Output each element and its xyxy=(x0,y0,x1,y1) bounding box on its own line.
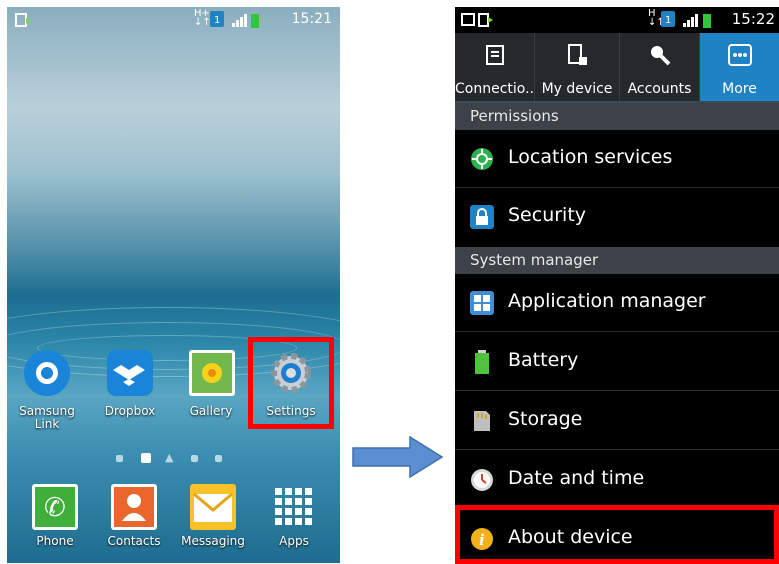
settings-item-label: Application manager xyxy=(508,290,706,312)
more-icon xyxy=(727,44,752,66)
settings-item-battery[interactable]: Battery xyxy=(455,333,779,391)
signal-icon xyxy=(232,14,247,27)
battery-icon xyxy=(251,14,259,28)
dropbox-icon xyxy=(107,350,153,396)
app-label: Samsung Link xyxy=(19,404,75,431)
messaging-icon xyxy=(190,484,236,530)
settings-item-label: Security xyxy=(508,204,587,226)
svg-text:1: 1 xyxy=(665,15,671,26)
home-page-icon: ▲ xyxy=(165,451,174,464)
app-label: Gallery xyxy=(189,404,233,418)
tab-label: Accounts xyxy=(627,81,692,97)
battery-icon xyxy=(703,14,711,28)
phone-icon: ✆ xyxy=(32,484,78,530)
page-indicator xyxy=(215,455,222,462)
signal-icon xyxy=(683,14,698,27)
sim-icon: 1 xyxy=(661,11,675,27)
app-label: Dropbox xyxy=(104,404,156,418)
settings-highlight xyxy=(248,337,334,429)
svg-text:1: 1 xyxy=(214,15,220,26)
app-label: Contacts xyxy=(107,534,161,548)
my-device-icon xyxy=(568,44,587,65)
lock-icon xyxy=(470,205,494,229)
app-manager-icon xyxy=(470,291,494,315)
contacts-icon xyxy=(111,484,157,530)
battery-icon xyxy=(475,350,489,374)
status-time: 15:22 xyxy=(731,10,775,28)
page-indicator-active xyxy=(141,453,151,463)
settings-tabs: Connectio.. My device Accounts More xyxy=(455,33,779,103)
apps-grid-icon xyxy=(271,484,317,530)
tab-label: Connectio.. xyxy=(455,81,534,97)
tab-more[interactable]: More xyxy=(700,33,779,101)
settings-item-location-services[interactable]: Location services xyxy=(455,130,779,188)
page-indicator xyxy=(191,455,198,462)
tab-accounts[interactable]: Accounts xyxy=(620,33,700,101)
samsung-link-icon xyxy=(24,350,70,396)
tab-label: More xyxy=(722,81,757,97)
location-icon xyxy=(471,148,493,170)
settings-screen: H ↓↑ 1 15:22 Connectio.. My device Accoun… xyxy=(455,7,779,563)
section-header: System manager xyxy=(455,247,779,274)
sim-icon: 1 xyxy=(210,11,224,27)
status-bar: H+ ↓↑ 1 15:21 xyxy=(7,7,340,33)
settings-item-date-and-time[interactable]: Date and time xyxy=(455,451,779,509)
settings-item-application-manager[interactable]: Application manager xyxy=(455,274,779,332)
app-label: Apps xyxy=(279,534,309,548)
app-label: Phone xyxy=(36,534,74,548)
connections-icon xyxy=(485,45,504,65)
settings-item-label: Battery xyxy=(508,349,579,371)
tab-connections[interactable]: Connectio.. xyxy=(455,33,535,101)
gallery-icon xyxy=(189,350,235,396)
settings-item-label: Storage xyxy=(508,408,583,430)
settings-item-label: Location services xyxy=(508,146,673,168)
network-type-icon: H+ ↓↑ xyxy=(194,8,211,28)
page-indicator xyxy=(116,455,123,462)
app-label: Messaging xyxy=(181,534,245,548)
settings-item-storage[interactable]: Storage xyxy=(455,392,779,450)
accounts-icon xyxy=(650,46,670,66)
clock-icon xyxy=(471,469,493,491)
status-bar: H ↓↑ 1 15:22 xyxy=(455,7,779,33)
settings-item-security[interactable]: Security xyxy=(455,188,779,246)
notification-icons xyxy=(461,13,493,27)
cast-icon xyxy=(15,13,31,27)
storage-icon xyxy=(474,411,490,431)
section-header: Permissions xyxy=(455,103,779,130)
arrow-right-icon xyxy=(352,436,444,478)
tab-my-device[interactable]: My device xyxy=(535,33,620,101)
status-time: 15:21 xyxy=(291,11,332,27)
about-device-highlight xyxy=(455,505,779,564)
home-screen: H+ ↓↑ 1 15:21 Samsung Link Dropbox Gallery xyxy=(7,7,340,563)
settings-item-label: Date and time xyxy=(508,467,645,489)
tab-label: My device xyxy=(541,81,613,97)
